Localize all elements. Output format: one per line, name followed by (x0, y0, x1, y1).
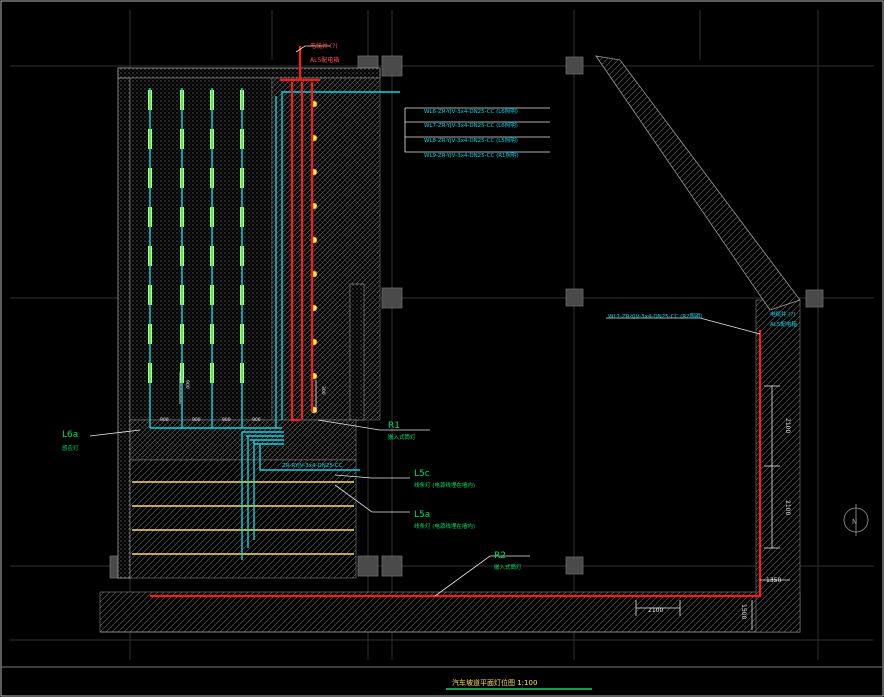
circuit-label-3: WL8-ZR-YJV-3x4-DN25-CC (L5照明) (424, 137, 518, 144)
circuit-label-1: WL6-ZR-YJV-3x4-DN25-CC (L6照明) (424, 108, 518, 115)
panel-top-line1: 电缆井 (?) (310, 42, 338, 50)
r2-tag: R2 (494, 551, 506, 561)
panel-top-line2: AL5配电箱 (310, 56, 339, 64)
panel-right-line2: AL5配电箱 (770, 320, 797, 328)
cad-drawing: 电缆井 (?) AL5配电箱 WL6-ZR-YJV-3x4-DN25-CC (L… (0, 0, 884, 697)
dim-riser-v: 300 (320, 386, 326, 395)
mid-circuit-label: ZR-RYJV-3x4-DN25-CC (282, 463, 343, 469)
l5c-desc: 线条灯 (电源线埋在墙内) (414, 481, 475, 489)
dim-corner-h: 1350 (766, 577, 781, 584)
r2-desc: 嵌入式筒灯 (494, 563, 522, 571)
l5a-desc: 线条灯 (电源线埋在墙内) (414, 522, 475, 530)
north-label: N (852, 518, 857, 526)
dim-vertical-1: 2100 (784, 418, 791, 433)
l6a-tag: L6a (62, 430, 78, 440)
l6a-desc: 感应灯 (62, 444, 79, 452)
dim-bay-v: 900 (184, 380, 190, 389)
r1-desc: 嵌入式筒灯 (388, 433, 416, 441)
dim-horizontal: 2100 (648, 607, 663, 614)
right-circuit-label: WL1-ZR-YJV-3x4-DN25-CC (R2照明) (608, 313, 703, 320)
circuit-label-2: WL7-ZR-YJV-3x4-DN25-CC (L6照明) (424, 122, 518, 129)
spacing-1: 900 (160, 417, 169, 423)
l5a-tag: L5a (414, 510, 430, 520)
circuit-label-4: WL9-ZR-YJV-3x4-DN25-CC (R1照明) (424, 152, 519, 159)
panel-right-line1: 电缆井 (?) (770, 310, 795, 318)
spacing-4: 900 (252, 417, 261, 423)
spacing-2: 900 (192, 417, 201, 423)
r1-tag: R1 (388, 421, 400, 431)
spacing-3: 900 (222, 417, 231, 423)
dim-corner-v: 1500 (740, 604, 747, 619)
dim-vertical-2: 2100 (784, 500, 791, 515)
drawing-title: 汽车坡道平面灯位图 1:100 (452, 678, 537, 687)
l5c-tag: L5c (414, 469, 430, 479)
